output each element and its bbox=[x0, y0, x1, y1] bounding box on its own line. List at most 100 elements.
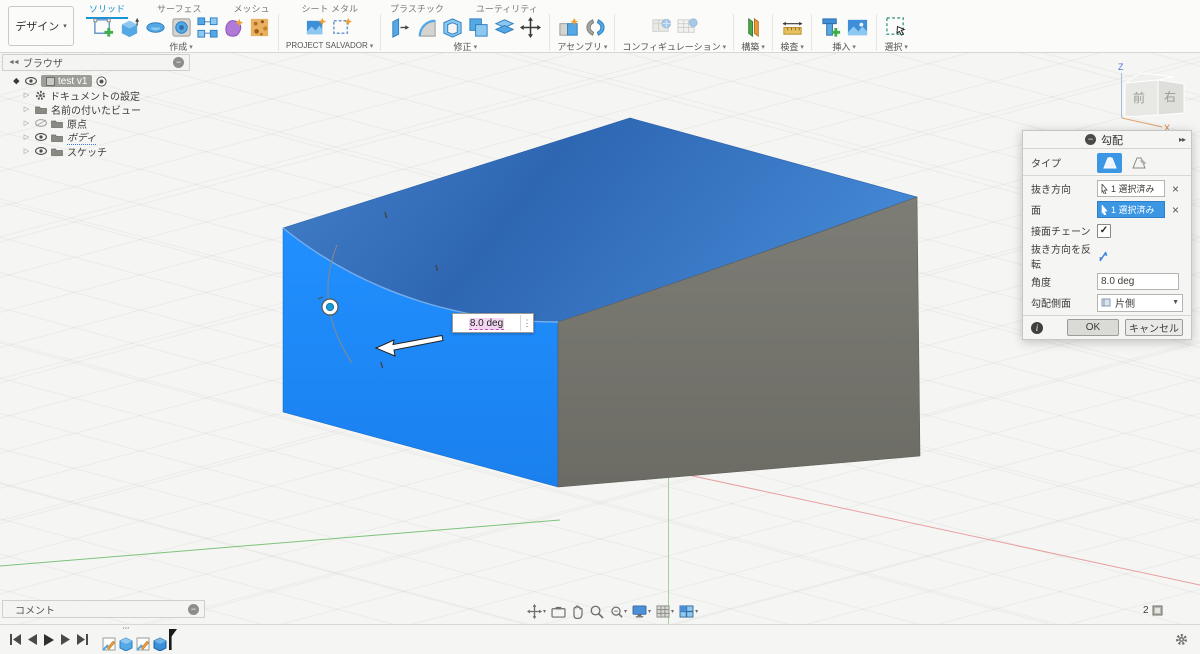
caret-expanded-icon[interactable]: ◼ bbox=[10, 75, 22, 87]
design-workspace-menu[interactable]: デザイン ▾ bbox=[8, 6, 74, 46]
chevron-down-icon: ▾ bbox=[800, 43, 804, 51]
view-cube[interactable]: Z 前 右 X bbox=[1106, 56, 1198, 136]
configuration-table-icon[interactable] bbox=[675, 14, 699, 40]
configuration-icon[interactable] bbox=[649, 14, 673, 40]
configure-dropdown[interactable]: コンフィギュレーション ▾ bbox=[622, 40, 726, 53]
draft-type-parting-line-button[interactable] bbox=[1126, 153, 1151, 173]
collapse-panel-icon[interactable]: ◄◄ bbox=[8, 59, 20, 66]
inspect-dropdown[interactable]: 検査 ▾ bbox=[780, 40, 804, 53]
visibility-off-eye-icon[interactable] bbox=[35, 119, 47, 127]
angle-value[interactable]: 8.0 deg bbox=[453, 317, 520, 330]
folder-icon bbox=[35, 106, 47, 114]
assemble-dropdown[interactable]: アセンブリ ▾ bbox=[557, 40, 607, 53]
shell-icon[interactable] bbox=[440, 14, 464, 40]
texture-icon[interactable] bbox=[247, 14, 271, 40]
timeline-settings-gear-icon[interactable] bbox=[1175, 633, 1188, 646]
construct-plane-icon[interactable] bbox=[741, 14, 765, 40]
insert-fastener-icon[interactable] bbox=[819, 14, 843, 40]
grid-snaps-tool[interactable]: ▾ bbox=[656, 605, 674, 618]
minimize-panel-icon[interactable]: − bbox=[173, 57, 184, 68]
fillet-icon[interactable] bbox=[414, 14, 438, 40]
insert-image-icon[interactable] bbox=[845, 14, 869, 40]
play-button[interactable] bbox=[44, 633, 54, 646]
tree-item-named-views[interactable]: ▷ 名前の付いたビュー bbox=[2, 102, 190, 117]
project-sketch-icon[interactable] bbox=[331, 15, 355, 41]
look-at-tool[interactable] bbox=[551, 606, 566, 618]
split-body-icon[interactable] bbox=[492, 14, 516, 40]
dialog-minus-icon[interactable]: − bbox=[1084, 134, 1096, 145]
project-image-icon[interactable] bbox=[305, 15, 329, 41]
select-icon[interactable] bbox=[884, 14, 908, 40]
create-sketch-icon[interactable] bbox=[91, 14, 115, 40]
extrude-icon[interactable] bbox=[117, 14, 141, 40]
construct-dropdown[interactable]: 構築 ▾ bbox=[741, 40, 765, 53]
go-to-end-button[interactable] bbox=[77, 634, 88, 645]
viewport-canvas[interactable]: ◄◄ ブラウザ − ◼ test v1 ▷ ドキュメントの設定 ▷ 名前の付いた… bbox=[0, 52, 1200, 625]
project-salvador-dropdown[interactable]: PROJECT SALVADOR ▾ bbox=[286, 41, 373, 50]
tree-item-bodies[interactable]: ▷ ボディ bbox=[2, 130, 190, 145]
select-dropdown[interactable]: 選択 ▾ bbox=[884, 40, 908, 53]
revolve-icon[interactable] bbox=[143, 14, 167, 40]
caret-collapsed-icon[interactable]: ▷ bbox=[22, 133, 31, 141]
expand-dialog-icon[interactable]: ▸▸ bbox=[1179, 135, 1186, 144]
clear-selection-icon[interactable]: × bbox=[1172, 204, 1179, 216]
faces-selection-field[interactable]: 1 選択済み bbox=[1097, 201, 1165, 218]
new-component-icon[interactable] bbox=[557, 14, 581, 40]
minimize-panel-icon[interactable]: − bbox=[188, 603, 199, 615]
tree-item-document-settings[interactable]: ▷ ドキュメントの設定 bbox=[2, 88, 190, 103]
info-icon[interactable]: i bbox=[1031, 321, 1043, 334]
display-settings-tool[interactable]: ▾ bbox=[632, 605, 651, 618]
caret-collapsed-icon[interactable]: ▷ bbox=[22, 91, 31, 99]
draft-type-fixed-plane-button[interactable] bbox=[1097, 152, 1122, 173]
zoom-tool[interactable] bbox=[589, 604, 604, 619]
viewports-tool[interactable]: ▾ bbox=[679, 605, 698, 618]
pan-hand-tool[interactable] bbox=[571, 604, 584, 619]
active-component-radio-icon[interactable] bbox=[96, 75, 108, 87]
timeline-sketch-feature[interactable] bbox=[136, 636, 150, 651]
go-to-start-button[interactable] bbox=[10, 634, 21, 645]
view-cube-front-label[interactable]: 前 bbox=[1133, 90, 1145, 105]
tangent-chain-checkbox[interactable]: ✓ bbox=[1097, 223, 1111, 238]
ok-button[interactable]: OK bbox=[1067, 319, 1119, 336]
dialog-header[interactable]: − 勾配 ▸▸ bbox=[1023, 131, 1191, 149]
step-back-button[interactable] bbox=[28, 634, 37, 645]
orbit-tool[interactable]: ▾ bbox=[527, 604, 546, 619]
view-cube-right-label[interactable]: 右 bbox=[1164, 89, 1176, 104]
fit-zoom-tool[interactable]: ▾ bbox=[609, 605, 627, 619]
pull-direction-selection-field[interactable]: 1 選択済み bbox=[1097, 180, 1165, 197]
tree-item-root[interactable]: ◼ test v1 bbox=[2, 74, 190, 88]
kebab-menu-icon[interactable]: ⋮ bbox=[520, 315, 533, 331]
hole-icon[interactable] bbox=[169, 14, 193, 40]
timeline-draft-feature-selected[interactable] bbox=[153, 636, 167, 651]
tree-item-origin[interactable]: ▷ 原点 bbox=[2, 116, 190, 131]
visibility-eye-icon[interactable] bbox=[35, 147, 47, 155]
caret-collapsed-icon[interactable]: ▷ bbox=[22, 147, 31, 155]
measure-icon[interactable] bbox=[780, 14, 804, 40]
timeline-sketch-feature[interactable] bbox=[102, 636, 116, 651]
joint-icon[interactable] bbox=[583, 14, 607, 40]
timeline-extrude-feature[interactable] bbox=[119, 636, 133, 651]
press-pull-icon[interactable] bbox=[388, 14, 412, 40]
pattern-icon[interactable] bbox=[195, 14, 219, 40]
create-dropdown[interactable]: 作成 ▾ bbox=[169, 40, 193, 53]
move-copy-icon[interactable] bbox=[518, 14, 542, 40]
modify-dropdown[interactable]: 修正 ▾ bbox=[454, 40, 478, 53]
angle-input[interactable] bbox=[1097, 273, 1179, 290]
cancel-button[interactable]: キャンセル bbox=[1125, 319, 1183, 336]
draft-side-select[interactable]: 片側 ▼ bbox=[1097, 293, 1183, 312]
angle-manipulator-input[interactable]: 8.0 deg ⋮ bbox=[452, 313, 534, 333]
timeline-playhead[interactable] bbox=[166, 628, 178, 651]
visibility-eye-icon[interactable] bbox=[25, 77, 37, 85]
caret-collapsed-icon[interactable]: ▷ bbox=[22, 119, 31, 127]
caret-collapsed-icon[interactable]: ▷ bbox=[22, 105, 31, 113]
clear-selection-icon[interactable]: × bbox=[1172, 183, 1179, 195]
step-forward-button[interactable] bbox=[61, 634, 70, 645]
root-document-pill[interactable]: test v1 bbox=[41, 75, 93, 87]
combine-icon[interactable] bbox=[466, 14, 490, 40]
create-form-icon[interactable] bbox=[221, 14, 245, 40]
insert-dropdown[interactable]: 挿入 ▾ bbox=[832, 40, 856, 53]
comments-panel[interactable]: コメント − bbox=[2, 600, 205, 618]
visibility-eye-icon[interactable] bbox=[35, 133, 47, 141]
flip-direction-icon[interactable] bbox=[1097, 250, 1109, 263]
tree-item-sketches[interactable]: ▷ スケッチ bbox=[2, 144, 190, 159]
